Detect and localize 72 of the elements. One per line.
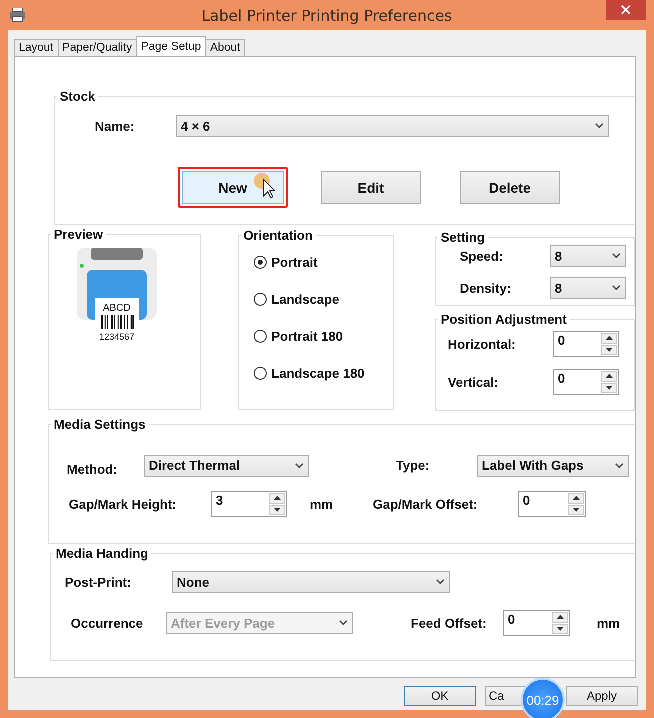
- down-arrow-icon[interactable]: [572, 508, 580, 512]
- field-label: Occurrence: [70, 616, 144, 630]
- chevron-down-icon: [295, 462, 304, 468]
- dialog-button[interactable]: Apply: [566, 686, 638, 706]
- up-arrow-icon[interactable]: [274, 496, 280, 500]
- number-field[interactable]: 0: [503, 610, 570, 636]
- cursor-icon: [254, 173, 278, 199]
- down-arrow-icon[interactable]: [606, 348, 612, 352]
- stock-button[interactable]: New: [182, 171, 284, 204]
- tab[interactable]: About: [205, 39, 246, 56]
- radio-button[interactable]: [254, 330, 267, 343]
- chevron-down-icon: [595, 123, 604, 129]
- number-field[interactable]: 0: [553, 331, 619, 357]
- radio-button[interactable]: [254, 367, 267, 380]
- printer-icon: [10, 8, 26, 22]
- field-label: Name:: [95, 118, 136, 134]
- group-title: Preview: [53, 227, 104, 242]
- field-label: Gap/Mark Offset:: [373, 496, 479, 512]
- up-arrow-icon[interactable]: [556, 615, 564, 620]
- unit-label: mm: [310, 496, 334, 512]
- post-print-dropdown[interactable]: None: [172, 571, 450, 593]
- chevron-down-icon: [612, 285, 621, 291]
- window-title: Label Printer Printing Preferences: [200, 6, 454, 25]
- chevron-down-icon: [612, 253, 621, 259]
- up-arrow-icon[interactable]: [572, 496, 580, 500]
- chevron-down-icon: [436, 579, 445, 585]
- number-field[interactable]: 0: [553, 369, 619, 395]
- radio-label[interactable]: Landscape 180: [272, 366, 365, 381]
- tab[interactable]: Layout: [14, 39, 59, 56]
- group-title: Stock: [59, 89, 96, 104]
- chevron-down-icon: [615, 462, 624, 468]
- field-label: Speed:: [460, 248, 504, 264]
- group-title: Media Settings: [53, 417, 147, 432]
- group-title: Orientation: [242, 228, 314, 243]
- group-title: Position Adjustment: [440, 312, 568, 327]
- up-arrow-icon[interactable]: [606, 374, 612, 378]
- down-arrow-icon[interactable]: [556, 626, 564, 631]
- group-title: Media Handing: [55, 546, 150, 561]
- close-button[interactable]: [606, 0, 646, 20]
- up-arrow-icon[interactable]: [606, 336, 612, 340]
- group-title: Setting: [440, 230, 486, 245]
- type-dropdown[interactable]: Label With Gaps: [477, 454, 629, 476]
- down-arrow-icon[interactable]: [606, 386, 612, 390]
- value-dropdown[interactable]: 8: [550, 277, 626, 299]
- dialog-button[interactable]: OK: [404, 686, 476, 706]
- radio-label[interactable]: Portrait 180: [272, 329, 344, 344]
- stock-button[interactable]: Edit: [321, 171, 421, 204]
- down-arrow-icon[interactable]: [274, 508, 280, 512]
- field-label: Type:: [396, 458, 431, 473]
- chevron-down-icon: [339, 620, 348, 626]
- unit-label: mm: [597, 616, 620, 630]
- field-label: Horizontal:: [448, 336, 517, 352]
- tab[interactable]: Page Setup: [136, 36, 206, 56]
- radio-button[interactable]: [254, 293, 267, 306]
- timer-toast: 00:29: [521, 678, 565, 718]
- radio-button[interactable]: [254, 256, 267, 269]
- value-dropdown[interactable]: 8: [550, 245, 626, 267]
- name-dropdown[interactable]: 4 × 6: [176, 115, 609, 137]
- stock-button[interactable]: Delete: [460, 171, 560, 204]
- tab[interactable]: Paper/Quality: [58, 39, 138, 56]
- field-label: Vertical:: [448, 374, 500, 390]
- field-label: Gap/Mark Height:: [68, 496, 178, 512]
- field-label: Density:: [460, 280, 512, 296]
- field-label: Post-Print:: [64, 574, 132, 590]
- field-label: Feed Offset:: [411, 616, 488, 630]
- method-dropdown[interactable]: Direct Thermal: [144, 454, 309, 476]
- radio-label[interactable]: Portrait: [272, 255, 318, 270]
- field-label: Method:: [66, 462, 119, 477]
- close-icon: [621, 5, 631, 15]
- number-field[interactable]: 3: [211, 491, 287, 517]
- radio-label[interactable]: Landscape: [272, 292, 340, 307]
- number-field[interactable]: 0: [518, 491, 586, 517]
